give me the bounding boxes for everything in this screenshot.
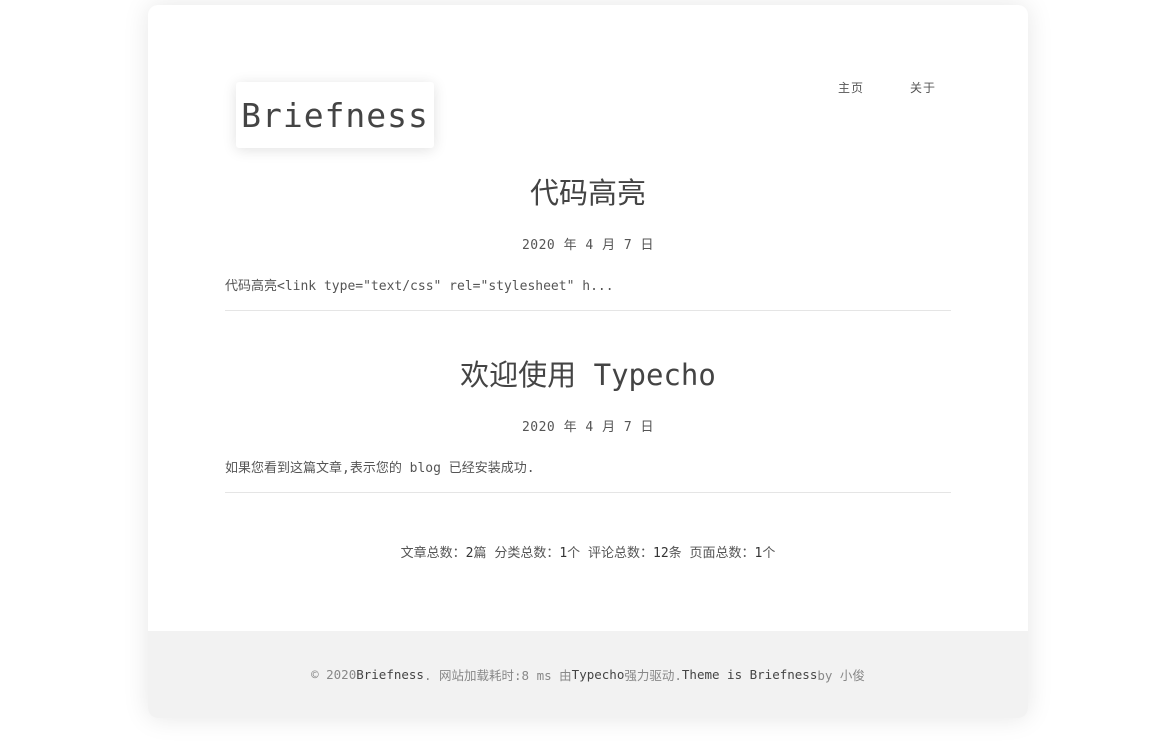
footer-copyright: © 2020 bbox=[311, 667, 357, 682]
footer-powered-text: 强力驱动. bbox=[624, 668, 682, 683]
post-date: 2020 年 4 月 7 日 bbox=[521, 420, 655, 435]
footer-by-text: by 小俊 bbox=[817, 668, 865, 683]
footer-site-link[interactable]: Briefness bbox=[356, 667, 424, 682]
main-card: Briefness 主页 关于 代码高亮 2020 年 4 月 7 日 代码高亮… bbox=[148, 5, 1028, 718]
site-logo-text: Briefness bbox=[241, 95, 429, 135]
footer-typecho-link[interactable]: Typecho bbox=[572, 667, 625, 682]
footer-load-text: . 网站加载耗时:8 ms 由 bbox=[423, 668, 572, 683]
stats-comments-value: 12 bbox=[653, 546, 669, 561]
stats-pages-unit: 个 bbox=[762, 546, 776, 561]
post-item: 欢迎使用 Typecho 2020 年 4 月 7 日 如果您看到这篇文章,表示… bbox=[225, 352, 951, 493]
site-logo[interactable]: Briefness bbox=[236, 82, 434, 148]
stats-posts-unit: 篇 bbox=[473, 546, 487, 561]
stats-categories-value: 1 bbox=[559, 546, 568, 561]
site-footer: © 2020 Briefness. 网站加载耗时:8 ms 由 Typecho … bbox=[148, 631, 1028, 718]
post-excerpt: 代码高亮<link type="text/css" rel="styleshee… bbox=[225, 279, 614, 294]
footer-theme-link[interactable]: Theme is Briefness bbox=[682, 667, 817, 682]
nav-item-about[interactable]: 关于 bbox=[910, 79, 936, 96]
site-stats: 文章总数：2篇 分类总数：1个 评论总数：12条 页面总数：1个 bbox=[148, 542, 1028, 561]
stats-pages-label: 页面总数： bbox=[689, 546, 755, 561]
post-item: 代码高亮 2020 年 4 月 7 日 代码高亮<link type="text… bbox=[225, 170, 951, 311]
post-title-link[interactable]: 欢迎使用 Typecho bbox=[225, 352, 951, 394]
nav-item-home[interactable]: 主页 bbox=[838, 79, 864, 96]
stats-posts-label: 文章总数： bbox=[400, 546, 466, 561]
stats-categories-unit: 个 bbox=[567, 546, 581, 561]
post-date: 2020 年 4 月 7 日 bbox=[521, 238, 655, 253]
main-nav: 主页 关于 bbox=[838, 79, 936, 96]
post-title-link[interactable]: 代码高亮 bbox=[225, 170, 951, 212]
stats-comments-label: 评论总数： bbox=[588, 546, 654, 561]
stats-categories-label: 分类总数： bbox=[494, 546, 560, 561]
stats-comments-unit: 条 bbox=[668, 546, 682, 561]
post-excerpt: 如果您看到这篇文章,表示您的 blog 已经安装成功. bbox=[225, 461, 535, 476]
